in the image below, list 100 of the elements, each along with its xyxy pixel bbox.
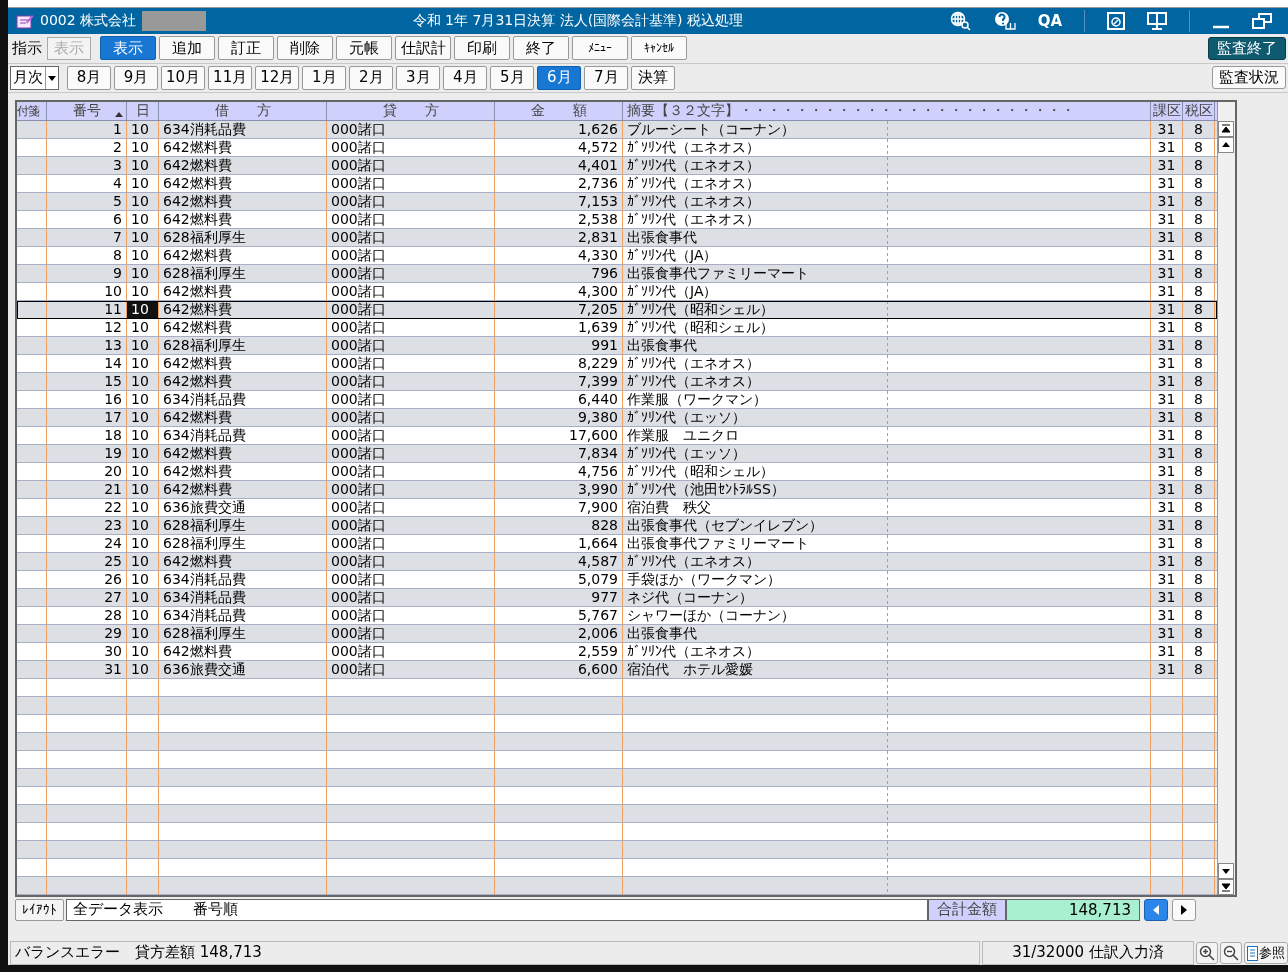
window-icon[interactable] (1107, 11, 1125, 30)
globe-search-icon[interactable] (949, 10, 972, 31)
zoom-out-button[interactable] (1220, 942, 1242, 964)
scroll-up-icon[interactable] (1218, 137, 1234, 154)
table-row[interactable]: 2 10 642燃料費 000諸口 4,572 ｶﾞｿﾘﾝ代（エネオス） 31 8 (17, 139, 1217, 158)
table-row[interactable]: 5 10 642燃料費 000諸口 7,153 ｶﾞｿﾘﾝ代（エネオス） 31 8 (17, 193, 1217, 212)
table-row[interactable]: 26 10 634消耗品費 000諸口 5,079 手袋ほか（ワークマン） 31 8 (17, 571, 1217, 590)
table-row[interactable]: 15 10 642燃料費 000諸口 7,399 ｶﾞｿﾘﾝ代（エネオス） 31 8 (17, 373, 1217, 392)
toolbar-button[interactable]: 追加 (159, 36, 215, 61)
table-row[interactable]: 27 10 634消耗品費 000諸口 977 ネジ代（コーナン） 31 8 (17, 589, 1217, 608)
table-cell: 10 (127, 589, 159, 607)
table-row[interactable]: 4 10 642燃料費 000諸口 2,736 ｶﾞｿﾘﾝ代（エネオス） 31 8 (17, 175, 1217, 194)
table-row[interactable]: 8 10 642燃料費 000諸口 4,330 ｶﾞｿﾘﾝ代（JA） 31 8 (17, 247, 1217, 266)
month-button[interactable]: 8月 (67, 65, 111, 90)
scroll-down-icon[interactable] (1218, 863, 1234, 880)
month-button[interactable]: 1月 (302, 65, 347, 90)
table-row[interactable]: 9 10 628福利厚生 000諸口 796 出張食事代ファミリーマート 31 8 (17, 265, 1217, 284)
table-row[interactable]: 6 10 642燃料費 000諸口 2,538 ｶﾞｿﾘﾝ代（エネオス） 31 8 (17, 211, 1217, 230)
table-row[interactable]: 11 10 642燃料費 000諸口 7,205 ｶﾞｿﾘﾝ代（昭和シェル） 31 8 (17, 301, 1217, 320)
month-button[interactable]: 12月 (255, 65, 300, 90)
month-button[interactable]: 2月 (349, 65, 394, 90)
column-header[interactable]: 税区 (1184, 102, 1213, 121)
table-row[interactable]: 28 10 634消耗品費 000諸口 5,767 シャワーほか（コーナン） 31 8 (17, 607, 1217, 626)
period-dropdown[interactable]: 月次 (10, 65, 59, 90)
column-header[interactable]: 番号 (72, 102, 101, 121)
table-row[interactable]: 16 10 634消耗品費 000諸口 6,440 作業服（ワークマン） 31 8 (17, 391, 1217, 410)
table-cell: 31 (1151, 625, 1183, 643)
table-row[interactable]: 22 10 636旅費交通 000諸口 7,900 宿泊費 秩父 31 8 (17, 499, 1217, 518)
scroll-bottom-icon[interactable] (1218, 879, 1234, 896)
next-button[interactable] (1172, 898, 1196, 921)
table-cell: 642燃料費 (159, 301, 327, 319)
month-button[interactable]: 5月 (490, 65, 535, 90)
table-cell: 21 (47, 481, 127, 499)
table-row[interactable]: 14 10 642燃料費 000諸口 8,229 ｶﾞｿﾘﾝ代（エネオス） 31 8 (17, 355, 1217, 374)
audit-end-button[interactable]: 監査終了 (1208, 36, 1286, 60)
table-cell: 000諸口 (327, 427, 495, 445)
table-row[interactable]: 29 10 628福利厚生 000諸口 2,006 出張食事代 31 8 (17, 625, 1217, 644)
reference-button[interactable]: 参照 (1244, 942, 1288, 964)
scroll-top-icon[interactable] (1218, 121, 1234, 138)
month-button[interactable]: 10月 (161, 65, 206, 90)
table-cell: 000諸口 (327, 175, 495, 193)
table-row[interactable]: 19 10 642燃料費 000諸口 7,834 ｶﾞｿﾘﾝ代（エッソ） 31 8 (17, 445, 1217, 464)
month-button[interactable]: 9月 (114, 65, 158, 90)
table-row[interactable]: 1 10 634消耗品費 000諸口 1,626 ブルーシート（コーナン） 31 8 (17, 121, 1217, 140)
audit-status-button[interactable]: 監査状況 (1212, 66, 1286, 90)
toolbar-button[interactable]: 終了 (513, 36, 569, 61)
table-cell: 31 (1151, 481, 1183, 499)
table-row[interactable]: 3 10 642燃料費 000諸口 4,401 ｶﾞｿﾘﾝ代（エネオス） 31 8 (17, 157, 1217, 176)
table-cell: 31 (1151, 427, 1183, 445)
table-row[interactable]: 21 10 642燃料費 000諸口 3,990 ｶﾞｿﾘﾝ代（池田ｾﾝﾄﾗﾙSS） 31 8 (17, 481, 1217, 500)
help-book-icon[interactable] (993, 10, 1016, 31)
column-header[interactable]: 課区 (1152, 102, 1181, 121)
column-header[interactable]: 貸 方 (382, 102, 439, 121)
table-row[interactable]: 17 10 642燃料費 000諸口 9,380 ｶﾞｿﾘﾝ代（エッソ） 31 8 (17, 409, 1217, 428)
month-button[interactable]: 6月 (537, 65, 582, 90)
toolbar-button[interactable]: 元帳 (336, 36, 392, 61)
toolbar-button[interactable]: ｷｬﾝｾﾙ (631, 36, 687, 61)
table-row[interactable]: 20 10 642燃料費 000諸口 4,756 ｶﾞｿﾘﾝ代（昭和シェル） 31 8 (17, 463, 1217, 482)
table-cell: 7,834 (495, 445, 623, 463)
table-row[interactable]: 18 10 634消耗品費 000諸口 17,600 作業服 ユニクロ 31 8 (17, 427, 1217, 446)
column-header[interactable]: 摘要【３２文字】・・・・・・・・・・・・・・・・・・・・・・・・ (627, 102, 1075, 121)
month-button[interactable]: 11月 (208, 65, 253, 90)
table-row[interactable]: 10 10 642燃料費 000諸口 4,300 ｶﾞｿﾘﾝ代（JA） 31 8 (17, 283, 1217, 302)
column-header[interactable]: 付箋 (17, 102, 39, 120)
month-button[interactable]: 決算 (631, 65, 676, 90)
zoom-in-button[interactable] (1196, 942, 1218, 964)
table-row[interactable]: 13 10 628福利厚生 000諸口 991 出張食事代 31 8 (17, 337, 1217, 356)
column-header[interactable]: 借 方 (214, 102, 271, 121)
table-cell: 000諸口 (327, 625, 495, 643)
monitor-icon[interactable] (1147, 11, 1167, 30)
table-row[interactable]: 31 10 636旅費交通 000諸口 6,600 宿泊代 ホテル愛媛 31 8 (17, 661, 1217, 680)
column-header[interactable]: 日 (135, 102, 150, 121)
month-button[interactable]: 3月 (396, 65, 441, 90)
month-button[interactable]: 7月 (584, 65, 629, 90)
table-cell: 642燃料費 (159, 553, 327, 571)
table-cell: 31 (1151, 445, 1183, 463)
table-cell: 642燃料費 (159, 643, 327, 661)
month-button[interactable]: 4月 (443, 65, 488, 90)
table-row[interactable]: 12 10 642燃料費 000諸口 1,639 ｶﾞｿﾘﾝ代（昭和シェル） 31 8 (17, 319, 1217, 338)
table-cell: 22 (47, 499, 127, 517)
table-row[interactable]: 30 10 642燃料費 000諸口 2,559 ｶﾞｿﾘﾝ代（エネオス） 31 8 (17, 643, 1217, 662)
qa-icon[interactable]: QA (1037, 11, 1062, 30)
layout-button[interactable]: ﾚｲｱｳﾄ (15, 898, 64, 921)
column-header[interactable]: 金 額 (530, 102, 587, 121)
table-row[interactable]: 23 10 628福利厚生 000諸口 828 出張食事代（セブンイレブン） 31 8 (17, 517, 1217, 536)
toolbar-button[interactable]: ﾒﾆｭｰ (572, 36, 628, 61)
table-row[interactable]: 7 10 628福利厚生 000諸口 2,831 出張食事代 31 8 (17, 229, 1217, 248)
table-cell: 31 (1151, 301, 1183, 319)
table-row[interactable]: 25 10 642燃料費 000諸口 4,587 ｶﾞｿﾘﾝ代（エネオス） 31 8 (17, 553, 1217, 572)
toolbar-button[interactable]: 印刷 (454, 36, 510, 61)
table-row[interactable]: 24 10 628福利厚生 000諸口 1,664 出張食事代ファミリーマート 31 8 (17, 535, 1217, 554)
previous-button[interactable] (1144, 898, 1168, 921)
total-label: 合計金額 (928, 898, 1006, 921)
table-cell: 13 (47, 337, 127, 355)
table-cell: 000諸口 (327, 247, 495, 265)
toolbar-button[interactable]: 訂正 (218, 36, 274, 61)
toolbar-button[interactable]: 削除 (277, 36, 333, 61)
restore-icon[interactable] (1252, 11, 1272, 30)
toolbar-button[interactable]: 仕訳計 (395, 36, 451, 61)
toolbar-button[interactable]: 表示 (100, 36, 156, 61)
